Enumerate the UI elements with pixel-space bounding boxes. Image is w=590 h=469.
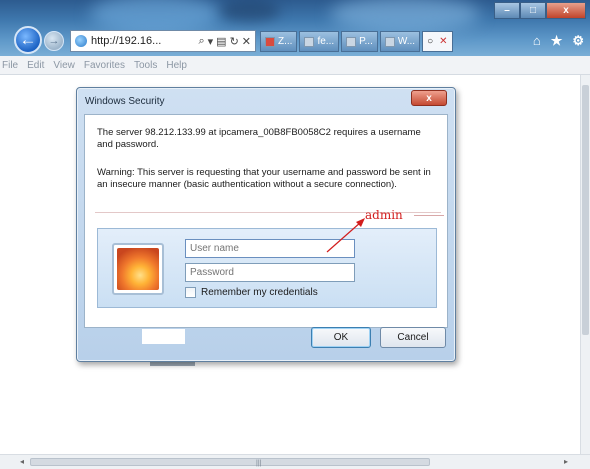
stop-icon[interactable]: ✕ <box>242 35 251 48</box>
favorites-star-icon[interactable]: ★ <box>551 33 563 49</box>
refresh-icon[interactable]: ↻ <box>230 35 239 48</box>
tab-label: P... <box>359 36 373 47</box>
flower-avatar-icon <box>117 248 159 290</box>
menu-file[interactable]: File <box>2 60 18 71</box>
annotation-arrow-icon <box>326 218 365 253</box>
forward-button[interactable]: → <box>44 31 64 51</box>
address-text[interactable]: http://192.16... <box>91 35 161 47</box>
browser-right-icons: ⌂ ★ ⚙ <box>533 33 584 49</box>
tab-2[interactable]: fe... <box>299 31 340 52</box>
tab-favicon-icon <box>346 36 357 47</box>
page-text-fragment <box>150 362 195 366</box>
tab-3[interactable]: P... <box>341 31 378 52</box>
window-controls: – □ x <box>494 2 586 20</box>
menu-view[interactable]: View <box>53 60 75 71</box>
tab-label: fe... <box>317 36 335 47</box>
search-icon[interactable]: ⌕ <box>198 35 204 48</box>
remember-credentials[interactable]: Remember my credentials <box>185 287 318 298</box>
forward-arrow-icon: → <box>48 35 60 47</box>
tab-label: Z... <box>278 36 293 47</box>
redaction-patch <box>142 329 185 344</box>
tab-label: W... <box>397 36 416 47</box>
dialog-title: Windows Security <box>85 96 165 107</box>
tab-4[interactable]: W... <box>379 31 421 52</box>
tab-favicon-icon <box>384 36 395 47</box>
close-tab-icon[interactable]: ✕ <box>439 36 447 47</box>
windows-security-dialog: Windows Security x The server 98.212.133… <box>76 87 456 362</box>
user-avatar <box>112 243 164 295</box>
remember-label: Remember my credentials <box>201 287 318 298</box>
horizontal-scroll-thumb[interactable]: ||| <box>30 458 430 467</box>
menu-bar: File Edit View Favorites Tools Help <box>0 56 590 75</box>
warning-message: Warning: This server is requesting that … <box>97 167 431 190</box>
tab-favicon-icon <box>304 36 315 47</box>
back-arrow-icon: ← <box>19 30 37 49</box>
titlebar-shade <box>220 0 280 22</box>
tab-active[interactable]: ○ ✕ <box>422 31 453 52</box>
back-button[interactable]: ← <box>14 26 42 54</box>
titlebar-glow <box>330 0 480 32</box>
horizontal-scrollbar[interactable]: ◂ ||| ▸ <box>0 454 590 469</box>
grip-icon: ||| <box>256 460 262 467</box>
titlebar-glow <box>90 0 220 34</box>
menu-edit[interactable]: Edit <box>27 60 44 71</box>
annotation-text: admin <box>365 208 403 222</box>
annotation-underline <box>414 215 444 216</box>
tab-1[interactable]: Z... <box>260 31 298 52</box>
menu-favorites[interactable]: Favorites <box>84 60 125 71</box>
tab-strip: Z... fe... P... W... ○ ✕ <box>260 31 453 53</box>
ok-button[interactable]: OK <box>311 327 371 348</box>
tools-gear-icon[interactable]: ⚙ <box>572 33 584 49</box>
password-input[interactable] <box>185 263 355 282</box>
server-message: The server 98.212.133.99 at ipcamera_00B… <box>97 127 421 150</box>
menu-help[interactable]: Help <box>166 60 187 71</box>
menu-tools[interactable]: Tools <box>134 60 157 71</box>
loading-icon: ○ <box>427 36 434 47</box>
scroll-right-icon[interactable]: ▸ <box>564 457 568 466</box>
ie-page-icon <box>75 35 87 47</box>
address-tools: ⌕ ▾ ▤ ↻ ✕ <box>198 35 251 48</box>
maximize-button[interactable]: □ <box>520 2 546 19</box>
remember-checkbox[interactable] <box>185 287 196 298</box>
address-bar[interactable]: http://192.16... ⌕ ▾ ▤ ↻ ✕ <box>70 30 256 52</box>
credential-tile: Remember my credentials <box>97 228 437 308</box>
compat-view-icon[interactable]: ▤ <box>216 35 226 48</box>
home-icon[interactable]: ⌂ <box>533 33 541 49</box>
dropdown-icon[interactable]: ▾ <box>208 35 214 48</box>
tab-favicon-icon <box>265 36 275 47</box>
minimize-button[interactable]: – <box>494 2 520 19</box>
vertical-scrollbar[interactable] <box>580 75 590 454</box>
close-window-button[interactable]: x <box>546 2 586 19</box>
scroll-left-icon[interactable]: ◂ <box>20 457 24 466</box>
dialog-close-button[interactable]: x <box>411 90 447 106</box>
vertical-scroll-thumb[interactable] <box>582 85 589 335</box>
browser-titlebar: – □ x ← → http://192.16... ⌕ ▾ ▤ ↻ ✕ Z..… <box>0 0 590 56</box>
cancel-button[interactable]: Cancel <box>380 327 446 348</box>
